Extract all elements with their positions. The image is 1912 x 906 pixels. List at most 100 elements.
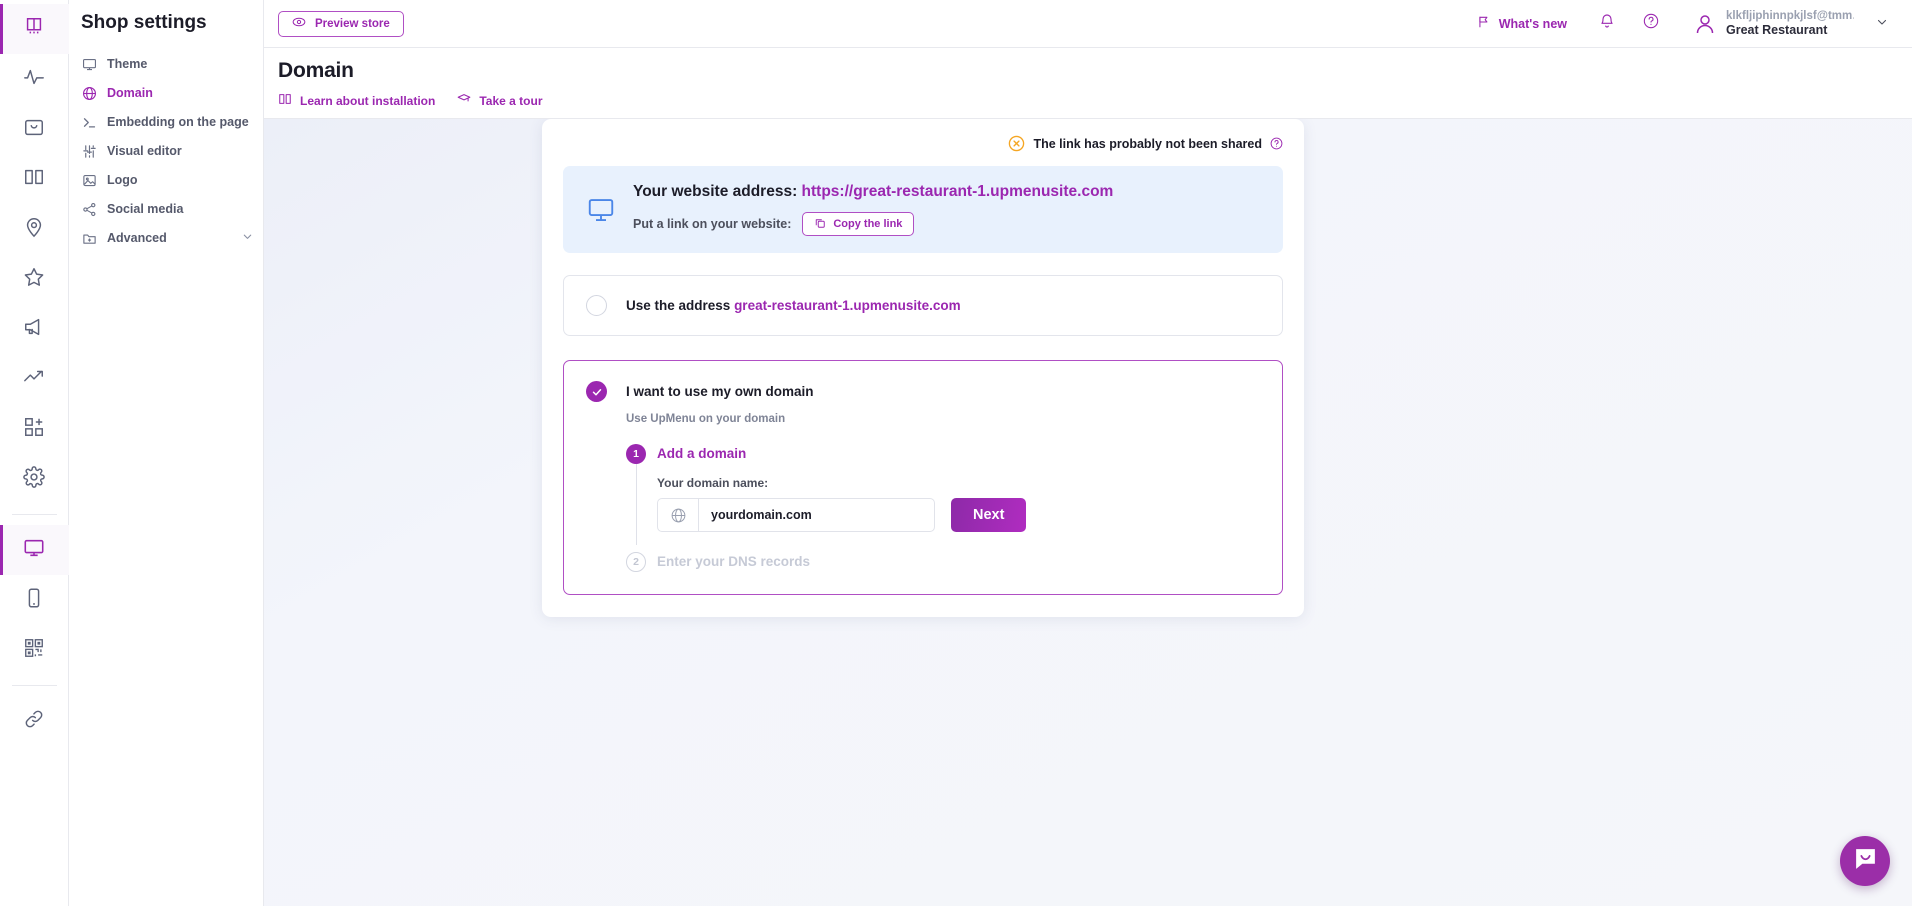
sidebar-item-advanced[interactable]: Advanced xyxy=(69,224,263,252)
top-bar: Preview store What's new xyxy=(264,0,1912,48)
preview-store-button[interactable]: Preview store xyxy=(278,11,404,37)
learn-about-installation-link[interactable]: Learn about installation xyxy=(278,92,435,109)
domain-input[interactable] xyxy=(699,499,934,531)
gear-icon xyxy=(23,466,45,493)
preview-store-label: Preview store xyxy=(315,18,390,30)
option-use-existing-address[interactable]: Use the address great-restaurant-1.upmen… xyxy=(563,275,1283,336)
option-use-own-domain[interactable]: I want to use my own domain Use UpMenu o… xyxy=(563,360,1283,595)
sidebar-item-label: Domain xyxy=(107,86,153,100)
book-icon xyxy=(278,92,292,109)
link-label: Take a tour xyxy=(479,94,542,108)
chat-launcher-button[interactable] xyxy=(1840,836,1890,886)
apps-add-icon xyxy=(23,416,45,443)
website-address-line: Your website address: https://great-rest… xyxy=(633,183,1113,201)
help-button[interactable] xyxy=(1629,4,1673,44)
rail-item-book-open[interactable] xyxy=(0,154,69,204)
rail-item-gear[interactable] xyxy=(0,454,69,504)
rail-item-qr-code[interactable] xyxy=(0,625,69,675)
sliders-icon xyxy=(81,143,97,159)
flag-icon xyxy=(1477,15,1491,32)
whats-new-button[interactable]: What's new xyxy=(1459,15,1585,32)
rail-item-trending-up[interactable] xyxy=(0,354,69,404)
rail-item-location[interactable] xyxy=(0,204,69,254)
sidebar-item-label: Embedding on the page xyxy=(107,115,249,129)
website-address-url[interactable]: https://great-restaurant-1.upmenusite.co… xyxy=(802,183,1114,200)
sidebar-item-embedding[interactable]: Embedding on the page xyxy=(69,108,263,136)
sidebar-item-theme[interactable]: Theme xyxy=(69,50,263,78)
next-button[interactable]: Next xyxy=(951,498,1026,532)
put-link-row: Put a link on your website: Copy the lin… xyxy=(633,212,1113,236)
eye-icon xyxy=(292,15,306,32)
rail-divider xyxy=(12,514,57,515)
rail-item-link[interactable] xyxy=(0,696,69,746)
take-a-tour-link[interactable]: Take a tour xyxy=(457,92,542,109)
book-open-icon xyxy=(23,166,45,193)
content-area: The link has probably not been shared xyxy=(264,119,1912,906)
rail-item-menu-book[interactable] xyxy=(0,4,69,54)
website-address-banner: Your website address: https://great-rest… xyxy=(563,166,1283,253)
page-links: Learn about installation Take a tour xyxy=(278,92,1912,109)
rail-divider-2 xyxy=(12,685,57,686)
rail-item-activity[interactable] xyxy=(0,54,69,104)
link-shared-status: The link has probably not been shared xyxy=(563,135,1283,152)
radio-use-existing-address[interactable] xyxy=(586,295,607,316)
globe-icon xyxy=(658,499,699,531)
sidebar-item-social-media[interactable]: Social media xyxy=(69,195,263,223)
sidebar-item-label: Theme xyxy=(107,57,147,71)
website-address-label: Your website address: xyxy=(633,183,797,200)
rail-item-star[interactable] xyxy=(0,254,69,304)
option-own-label: I want to use my own domain xyxy=(626,384,814,399)
rail-item-monitor[interactable] xyxy=(0,525,69,575)
monitor-icon xyxy=(586,195,616,225)
app-root: Shop settings Theme Domain xyxy=(0,0,1912,906)
user-menu-chevron[interactable] xyxy=(1854,15,1898,33)
location-pin-icon xyxy=(23,216,45,243)
step-add-a-domain: 1 Add a domain xyxy=(626,444,1260,464)
sidebar-item-logo[interactable]: Logo xyxy=(69,166,263,194)
step-enter-dns-records: 2 Enter your DNS records xyxy=(626,552,1260,572)
user-text: klkfljiphinnpkjlsf@tmm… Great Restaurant xyxy=(1726,9,1854,39)
sidebar-title: Shop settings xyxy=(69,12,263,50)
domain-input-wrap xyxy=(657,498,935,532)
status-badge: The link has probably not been shared xyxy=(1033,137,1262,151)
rail-item-mobile[interactable] xyxy=(0,575,69,625)
step-1-title: Add a domain xyxy=(657,444,746,464)
page-header: Domain Learn about installation xyxy=(264,48,1912,119)
sidebar-item-visual-editor[interactable]: Visual editor xyxy=(69,137,263,165)
qr-code-icon xyxy=(23,637,45,664)
main-column: Preview store What's new xyxy=(264,0,1912,906)
sidebar-item-label: Visual editor xyxy=(107,144,182,158)
whats-new-label: What's new xyxy=(1499,17,1567,31)
copy-button-label: Copy the link xyxy=(833,218,902,230)
rail-item-megaphone[interactable] xyxy=(0,304,69,354)
user-account-name: Great Restaurant xyxy=(1726,23,1854,39)
terminal-icon xyxy=(81,114,97,130)
rail-item-apps-add[interactable] xyxy=(0,404,69,454)
link-label: Learn about installation xyxy=(300,94,435,108)
copy-icon xyxy=(814,217,826,232)
step-2-title: Enter your DNS records xyxy=(657,552,810,572)
user-menu[interactable]: klkfljiphinnpkjlsf@tmm… Great Restaurant xyxy=(1673,9,1854,39)
option-existing-domain: great-restaurant-1.upmenusite.com xyxy=(734,298,961,313)
bell-icon xyxy=(1599,13,1615,34)
sidebar-item-domain[interactable]: Domain xyxy=(69,79,263,107)
icon-rail xyxy=(0,0,69,906)
chevron-down-icon[interactable] xyxy=(242,231,253,245)
copy-the-link-button[interactable]: Copy the link xyxy=(802,212,914,236)
chevron-down-icon xyxy=(1876,15,1888,32)
rail-item-bag[interactable] xyxy=(0,104,69,154)
notifications-button[interactable] xyxy=(1585,4,1629,44)
user-email: klkfljiphinnpkjlsf@tmm… xyxy=(1726,9,1854,23)
question-circle-icon[interactable] xyxy=(1270,137,1283,150)
sidebar-item-label: Advanced xyxy=(107,231,167,245)
option-existing-title: Use the address great-restaurant-1.upmen… xyxy=(626,298,961,313)
bag-icon xyxy=(23,116,45,143)
star-icon xyxy=(23,266,45,293)
page-title: Domain xyxy=(278,59,1912,83)
question-circle-icon xyxy=(1643,13,1659,34)
put-link-label: Put a link on your website: xyxy=(633,217,791,231)
top-bar-right: What's new xyxy=(1459,4,1898,44)
radio-use-own-domain[interactable] xyxy=(586,381,607,402)
sidebar-item-label: Logo xyxy=(107,173,138,187)
option-own-subtitle: Use UpMenu on your domain xyxy=(626,413,1260,425)
